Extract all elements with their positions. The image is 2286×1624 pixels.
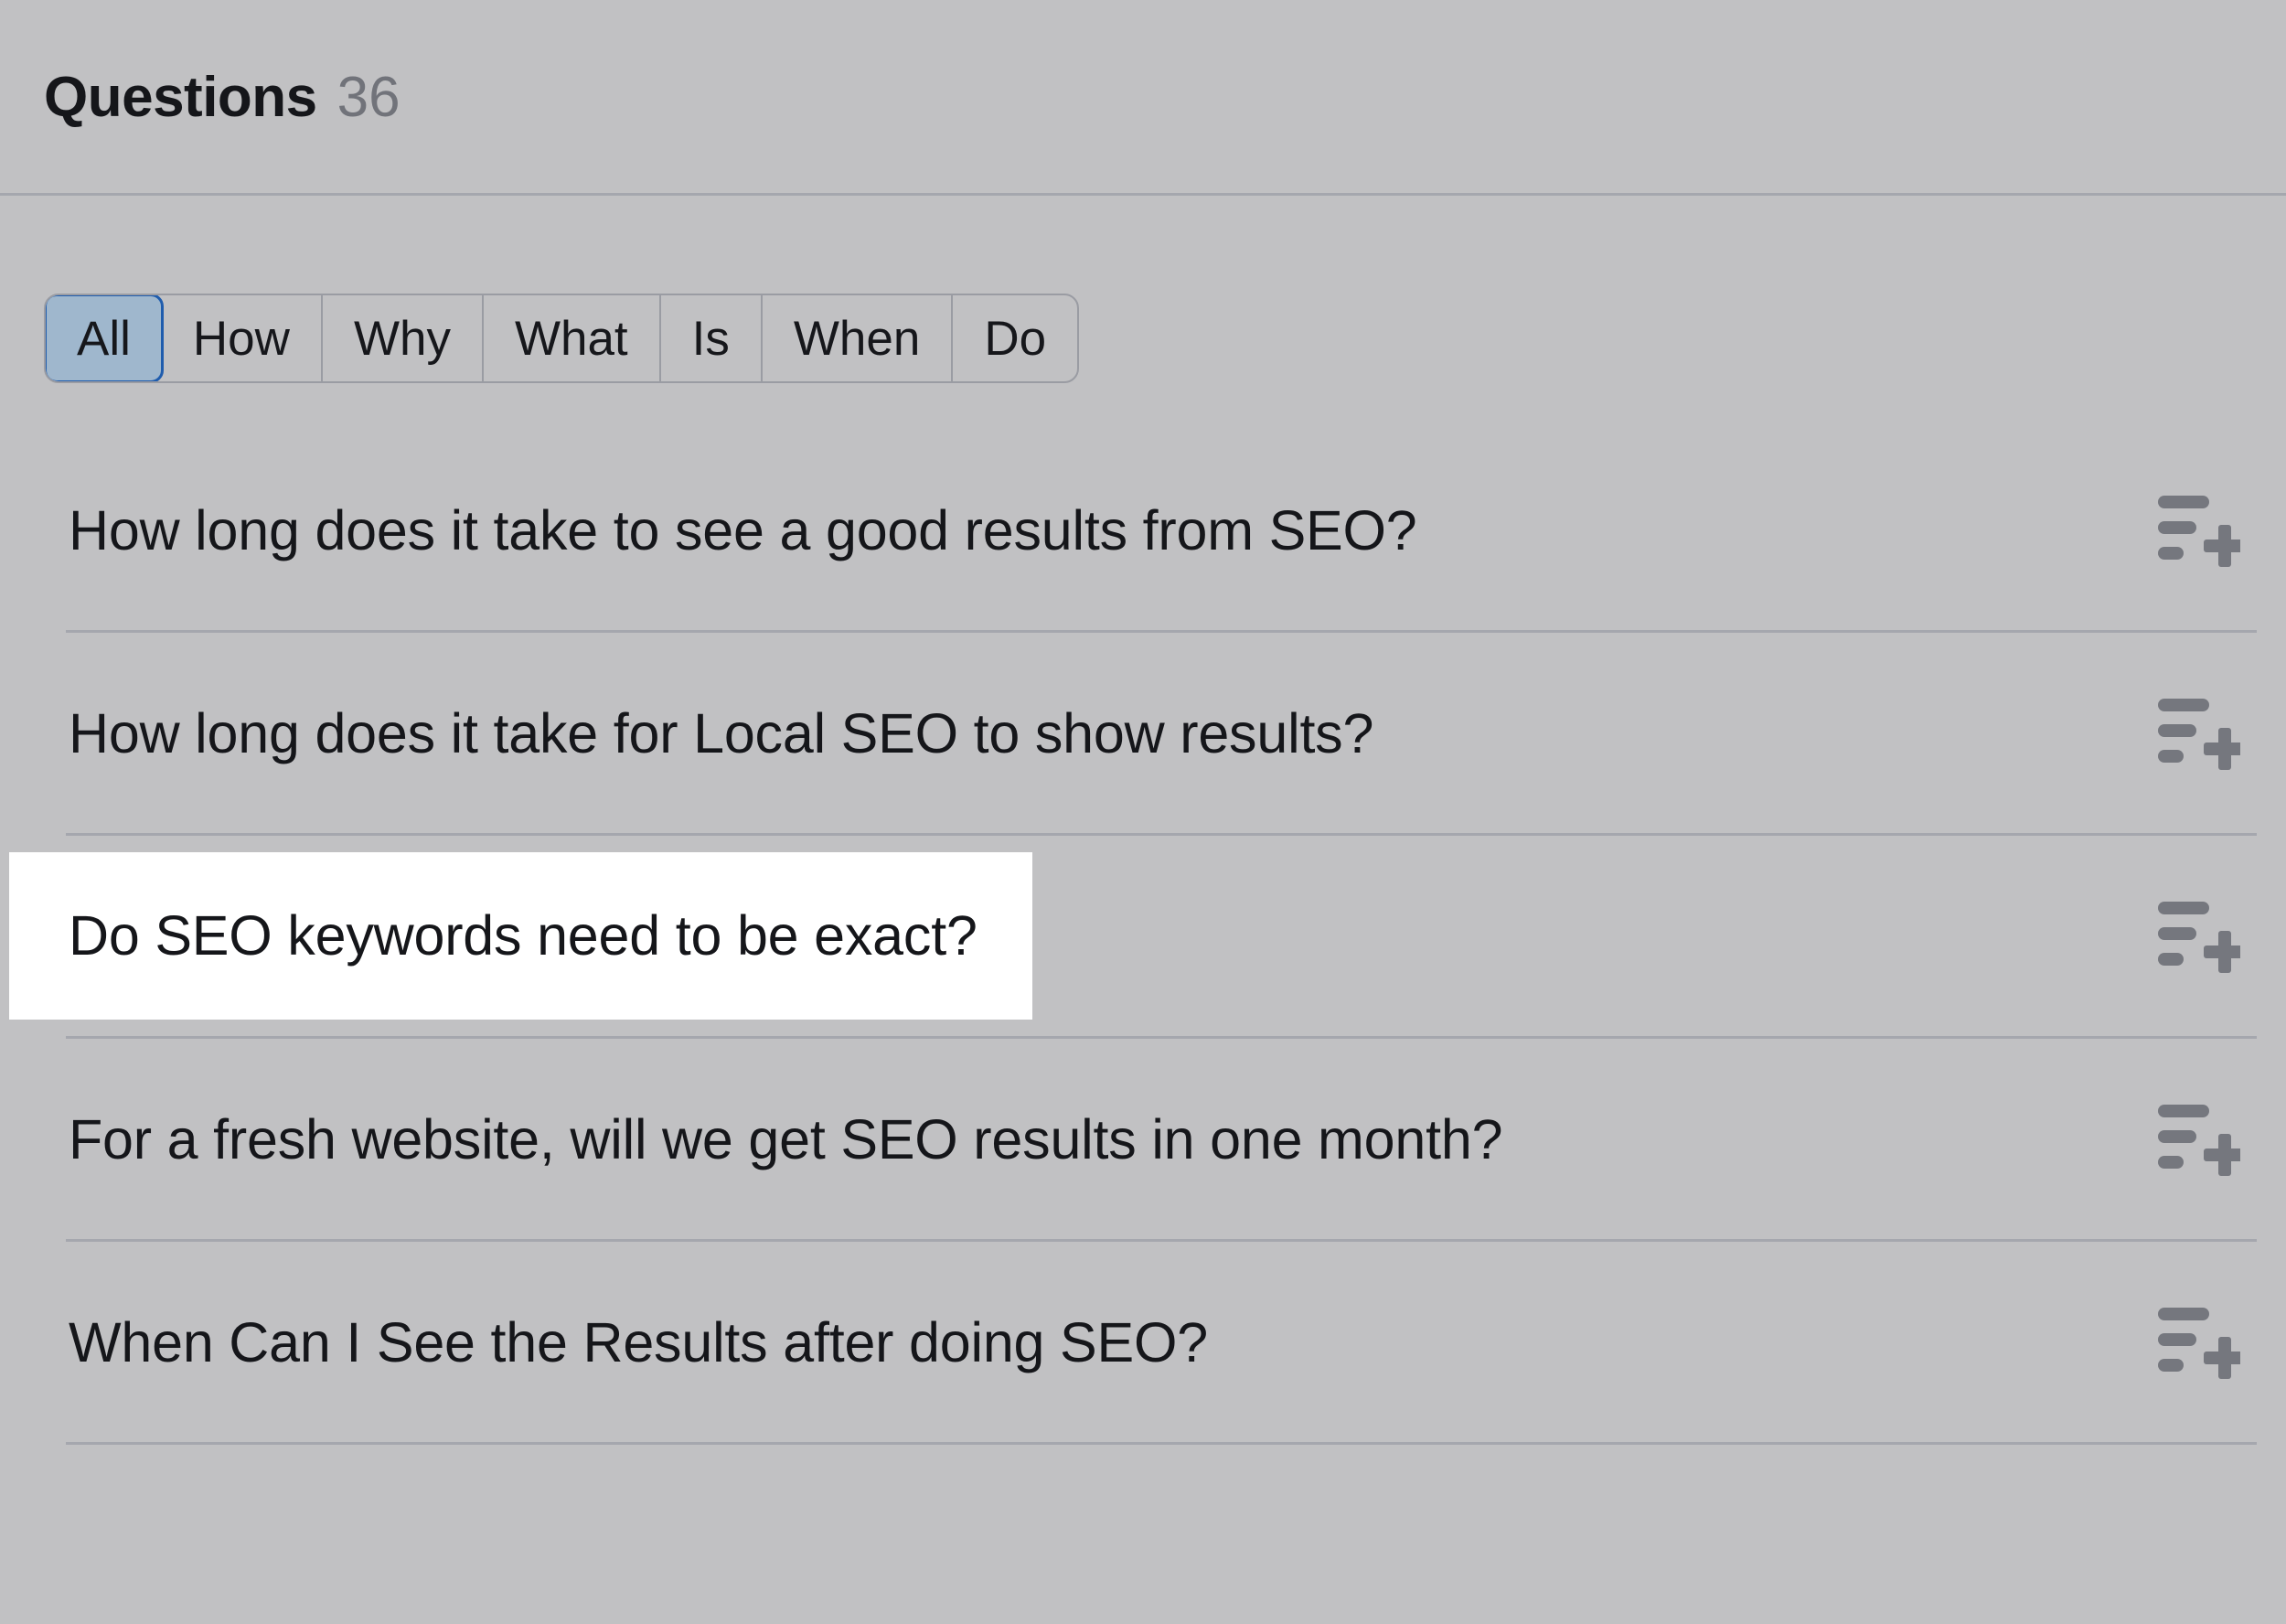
filter-pill-how[interactable]: How [162,295,323,381]
filter-pill-all[interactable]: All [46,295,164,381]
question-text: For a fresh website, will we get SEO res… [69,1108,1503,1171]
questions-panel: Questions 36 All How Why What Is When Do… [0,0,2286,1624]
panel-header-inner: Questions 36 [44,65,401,130]
add-to-list-icon[interactable] [2156,1101,2240,1180]
filter-pill-why[interactable]: Why [323,295,484,381]
question-type-filter-group: All How Why What Is When Do [44,294,1080,383]
question-row[interactable]: How long does it take for Local SEO to s… [0,633,2286,836]
add-to-list-icon[interactable] [2156,1304,2240,1383]
question-text: How long does it take for Local SEO to s… [69,702,1374,765]
add-to-list-icon[interactable] [2156,695,2240,774]
header-divider [0,193,2286,196]
question-row-highlighted[interactable]: Do SEO keywords need to be exact? [0,836,2286,1039]
questions-count: 36 [336,65,401,129]
add-to-list-icon[interactable] [2156,492,2240,571]
page-title: Questions [44,65,317,129]
add-to-list-icon[interactable] [2156,898,2240,977]
question-text: Do SEO keywords need to be exact? [69,851,977,1020]
question-text: How long does it take to see a good resu… [69,499,1417,562]
filter-pill-what[interactable]: What [484,295,661,381]
question-list: How long does it take to see a good resu… [0,430,2286,1445]
row-divider [66,1442,2257,1445]
question-row[interactable]: How long does it take to see a good resu… [0,430,2286,633]
filter-pill-when[interactable]: When [763,295,954,381]
panel-header: Questions 36 [0,0,2286,194]
question-row[interactable]: For a fresh website, will we get SEO res… [0,1039,2286,1242]
question-row[interactable]: When Can I See the Results after doing S… [0,1242,2286,1445]
question-text: When Can I See the Results after doing S… [69,1311,1208,1374]
filter-pill-is[interactable]: Is [661,295,763,381]
filter-pill-do[interactable]: Do [953,295,1077,381]
